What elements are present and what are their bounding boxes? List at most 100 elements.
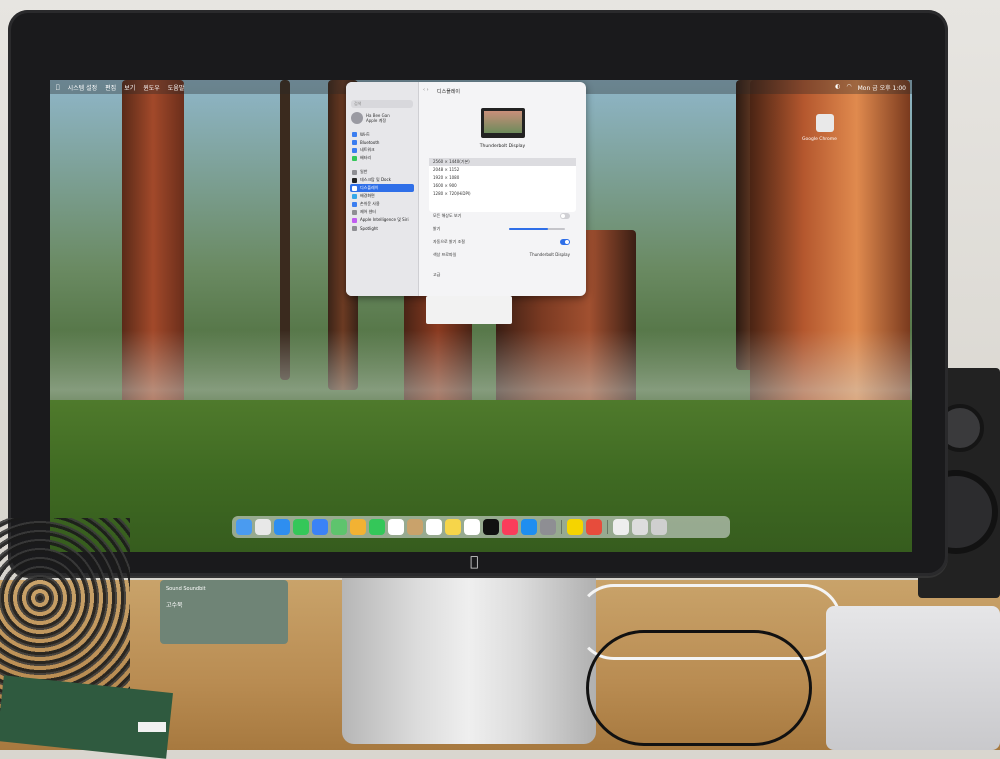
gear-icon: [352, 169, 357, 175]
brightness-label: 밝기: [433, 226, 441, 231]
reminders-icon[interactable]: [426, 519, 442, 535]
tv-icon[interactable]: [483, 519, 499, 535]
page-title: 디스플레이: [437, 89, 461, 95]
menu-item[interactable]: 보기: [124, 83, 135, 92]
launchpad-icon[interactable]: [255, 519, 271, 535]
sidebar-item-label: 배경화면: [360, 193, 375, 198]
mail-icon[interactable]: [312, 519, 328, 535]
dock-separator: [561, 520, 562, 534]
sidebar-item-control-center[interactable]: 제어 센터: [350, 208, 414, 216]
back-forward-icons[interactable]: ‹ ›: [423, 87, 429, 93]
preview-icon[interactable]: [613, 519, 629, 535]
resolution-option[interactable]: 1600 × 900: [429, 182, 576, 190]
sidebar-item-wifi[interactable]: Wi-Fi: [350, 130, 414, 138]
mac-mini: [826, 606, 1000, 750]
search-input[interactable]: 검색: [351, 100, 413, 108]
battery-icon: [352, 155, 357, 161]
display-thumbnail: [481, 108, 525, 138]
sidebar-item-siri[interactable]: Apple Intelligence 및 Siri: [350, 216, 414, 224]
auto-brightness-row: 자동으로 밝기 조절: [429, 237, 576, 247]
chrome-icon[interactable]: [586, 519, 602, 535]
resolution-option[interactable]: 1280 × 720(HiDPI): [429, 190, 576, 198]
brightness-slider[interactable]: [509, 228, 565, 230]
contacts-icon[interactable]: [407, 519, 423, 535]
sidebar-item-label: 디스플레이: [360, 185, 379, 190]
app-store-icon[interactable]: [521, 519, 537, 535]
sidebar-item-bluetooth[interactable]: Bluetooth: [350, 138, 414, 146]
sidebar-item-label: Bluetooth: [360, 139, 380, 145]
apple-menu-icon[interactable]: : [56, 84, 60, 91]
desktop-app-label: Google Chrome: [802, 137, 837, 142]
black-cables: [586, 630, 812, 746]
color-profile-select[interactable]: Thunderbolt Display: [530, 250, 570, 260]
control-center-icon[interactable]: ◐: [835, 83, 840, 92]
maps-icon[interactable]: [331, 519, 347, 535]
messages-icon[interactable]: [293, 519, 309, 535]
advanced-button[interactable]: 고급: [433, 272, 440, 277]
network-icon: [352, 147, 357, 153]
photos-icon[interactable]: [350, 519, 366, 535]
sidebar-item-label: 배터리: [360, 155, 372, 160]
sidebar-item-displays[interactable]: 디스플레이: [350, 184, 414, 192]
trash-icon[interactable]: [651, 519, 667, 535]
product-box: Sound Soundbit 고수북: [160, 580, 288, 644]
calendar-icon[interactable]: [388, 519, 404, 535]
sidebar-item-label: 손쉬운 사용: [360, 201, 380, 206]
box-brand: Sound Soundbit: [166, 586, 206, 592]
resolution-option[interactable]: 2048 × 1152: [429, 166, 576, 174]
desktop-chrome-icon[interactable]: [816, 114, 834, 132]
safari-icon[interactable]: [274, 519, 290, 535]
sidebar-item-label: Wi-Fi: [360, 131, 370, 137]
notes-icon[interactable]: [445, 519, 461, 535]
siri-icon: [352, 217, 357, 223]
show-all-resolutions-row: 모든 해상도 보기: [429, 211, 576, 221]
color-profile-label: 색상 프로파일: [433, 252, 457, 257]
finder-icon[interactable]: [236, 519, 252, 535]
brightness-row: 밝기: [429, 224, 576, 234]
spotlight-icon: [352, 225, 357, 231]
sidebar-item-label: 데스크탑 및 Dock: [360, 177, 391, 182]
display-icon: [352, 185, 357, 191]
sidebar-item-label: 네트워크: [360, 147, 375, 152]
avatar: [351, 112, 363, 124]
sidebar-item-network[interactable]: 네트워크: [350, 146, 414, 154]
show-all-toggle[interactable]: [560, 213, 570, 219]
monitor-stand: [342, 576, 596, 744]
settings-icon[interactable]: [540, 519, 556, 535]
kakaotalk-icon[interactable]: [567, 519, 583, 535]
menu-item[interactable]: 시스템 설정: [68, 83, 98, 92]
accessibility-icon: [352, 201, 357, 207]
user-sub: Apple 계정: [366, 117, 387, 123]
menu-item[interactable]: 도움말: [168, 83, 185, 92]
auto-brightness-toggle[interactable]: [560, 239, 570, 245]
settings-main-pane: ‹ › 디스플레이 Thunderbolt Display 2560 × 144…: [419, 82, 586, 296]
clock[interactable]: Mon 금 오후 1:00: [858, 83, 906, 92]
control-center-icon: [352, 209, 357, 215]
resolution-option[interactable]: 2560 × 1440(기본): [429, 158, 576, 166]
settings-sidebar: 검색 Ha Bee Gan Apple 계정 Wi-Fi Bluetooth 네…: [346, 82, 419, 296]
sidebar-item-label: 제어 센터: [360, 209, 376, 214]
user-account[interactable]: Ha Bee Gan Apple 계정: [351, 112, 413, 124]
monitor:  시스템 설정 편집 보기 윈도우 도움말 ◐ ◠ Mon 금 오후 1:00…: [8, 10, 948, 576]
music-icon[interactable]: [502, 519, 518, 535]
apple-logo-icon: : [470, 554, 484, 570]
sidebar-item-wallpaper[interactable]: 배경화면: [350, 192, 414, 200]
auto-brightness-label: 자동으로 밝기 조절: [433, 239, 465, 244]
advanced-row: 고급: [429, 270, 576, 280]
sidebar-item-general[interactable]: 일반: [350, 168, 414, 176]
sidebar-item-accessibility[interactable]: 손쉬운 사용: [350, 200, 414, 208]
sidebar-item-label: Apple Intelligence 및 Siri: [360, 217, 409, 222]
sidebar-item-spotlight[interactable]: Spotlight: [350, 224, 414, 232]
sidebar-item-battery[interactable]: 배터리: [350, 154, 414, 162]
bluetooth-icon: [352, 139, 357, 145]
resolution-option[interactable]: 1920 × 1080: [429, 174, 576, 182]
menu-item[interactable]: 편집: [105, 83, 116, 92]
display-name: Thunderbolt Display: [479, 144, 526, 149]
facetime-icon[interactable]: [369, 519, 385, 535]
menu-item[interactable]: 윈도우: [143, 83, 160, 92]
sidebar-item-desktop-dock[interactable]: 데스크탑 및 Dock: [350, 176, 414, 184]
wifi-icon[interactable]: ◠: [846, 83, 851, 92]
image-icon[interactable]: [632, 519, 648, 535]
freeform-icon[interactable]: [464, 519, 480, 535]
color-profile-row: 색상 프로파일 Thunderbolt Display: [429, 250, 576, 260]
